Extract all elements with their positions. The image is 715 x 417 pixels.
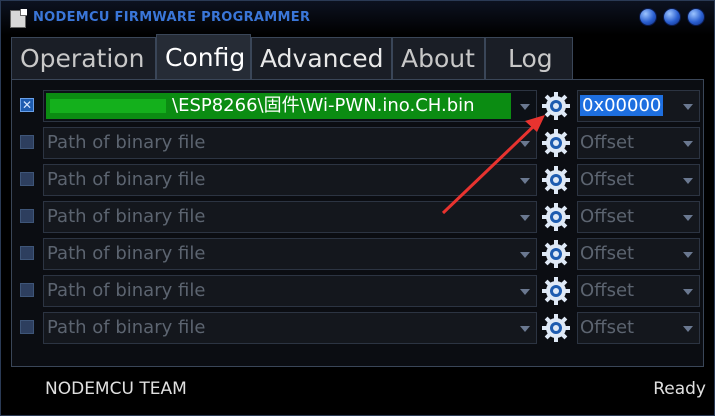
chevron-down-icon[interactable] xyxy=(520,104,530,110)
tab-about[interactable]: About xyxy=(392,37,485,79)
tab-log[interactable]: Log xyxy=(485,37,573,79)
offset-select[interactable]: 0x00000 xyxy=(577,90,700,122)
close-button[interactable] xyxy=(687,8,705,26)
status-bar: NODEMCU TEAM Ready xyxy=(1,375,714,405)
app-icon xyxy=(10,9,27,28)
chevron-down-icon[interactable] xyxy=(683,215,693,221)
offset-select[interactable]: Offset xyxy=(577,201,700,233)
offset-select[interactable]: Offset xyxy=(577,312,700,344)
offset-placeholder: Offset xyxy=(580,317,635,338)
gear-icon[interactable] xyxy=(541,313,571,343)
chevron-down-icon[interactable] xyxy=(520,141,530,147)
selected-path-text: \ESP8266\固件\Wi-PWN.ino.CH.bin xyxy=(46,93,511,119)
chevron-down-icon[interactable] xyxy=(520,289,530,295)
binary-path-select[interactable]: \ESP8266\固件\Wi-PWN.ino.CH.bin xyxy=(43,90,537,122)
path-placeholder: Path of binary file xyxy=(47,317,206,338)
chevron-down-icon[interactable] xyxy=(520,215,530,221)
offset-placeholder: Offset xyxy=(580,206,635,227)
status-team: NODEMCU TEAM xyxy=(45,379,187,399)
tab-operation[interactable]: Operation xyxy=(11,37,156,79)
offset-select[interactable]: Offset xyxy=(577,238,700,270)
binary-path-select[interactable]: Path of binary file xyxy=(43,164,537,196)
path-placeholder: Path of binary file xyxy=(47,280,206,301)
offset-select[interactable]: Offset xyxy=(577,127,700,159)
path-placeholder: Path of binary file xyxy=(47,132,206,153)
offset-placeholder: Offset xyxy=(580,132,635,153)
config-panel: ✕ \ESP8266\固件\Wi-PWN.ino.CH.bin 0x00000 … xyxy=(11,79,704,367)
tab-advanced[interactable]: Advanced xyxy=(251,37,392,79)
binary-path-select[interactable]: Path of binary file xyxy=(43,127,537,159)
file-checkbox[interactable] xyxy=(20,320,34,334)
offset-value: 0x00000 xyxy=(580,95,664,116)
gear-icon[interactable] xyxy=(541,202,571,232)
gear-icon[interactable] xyxy=(541,128,571,158)
title-bar: NODEMCU FIRMWARE PROGRAMMER xyxy=(1,1,714,35)
status-ready: Ready xyxy=(653,379,706,399)
binary-path-select[interactable]: Path of binary file xyxy=(43,275,537,307)
file-checkbox[interactable]: ✕ xyxy=(20,98,34,112)
file-row: Path of binary file Offset xyxy=(12,311,705,345)
file-checkbox[interactable] xyxy=(20,283,34,297)
window-title: NODEMCU FIRMWARE PROGRAMMER xyxy=(33,10,311,25)
binary-path-select[interactable]: Path of binary file xyxy=(43,312,537,344)
app-window: NODEMCU FIRMWARE PROGRAMMER Operation Co… xyxy=(0,0,715,416)
chevron-down-icon[interactable] xyxy=(683,141,693,147)
offset-placeholder: Offset xyxy=(580,243,635,264)
file-checkbox[interactable] xyxy=(20,135,34,149)
file-checkbox[interactable] xyxy=(20,246,34,260)
file-row: Path of binary file Offset xyxy=(12,163,705,197)
offset-placeholder: Offset xyxy=(580,169,635,190)
redacted-path-segment xyxy=(50,99,166,113)
chevron-down-icon[interactable] xyxy=(683,104,693,110)
minimize-button[interactable] xyxy=(639,8,657,26)
binary-path-select[interactable]: Path of binary file xyxy=(43,201,537,233)
chevron-down-icon[interactable] xyxy=(683,289,693,295)
path-value: \ESP8266\固件\Wi-PWN.ino.CH.bin xyxy=(172,95,475,116)
chevron-down-icon[interactable] xyxy=(520,252,530,258)
path-placeholder: Path of binary file xyxy=(47,206,206,227)
chevron-down-icon[interactable] xyxy=(683,252,693,258)
maximize-button[interactable] xyxy=(663,8,681,26)
file-checkbox[interactable] xyxy=(20,209,34,223)
file-row: ✕ \ESP8266\固件\Wi-PWN.ino.CH.bin 0x00000 xyxy=(12,89,705,123)
tab-config[interactable]: Config xyxy=(156,34,251,79)
gear-icon[interactable] xyxy=(541,276,571,306)
offset-select[interactable]: Offset xyxy=(577,164,700,196)
offset-select[interactable]: Offset xyxy=(577,275,700,307)
binary-path-select[interactable]: Path of binary file xyxy=(43,238,537,270)
gear-icon[interactable] xyxy=(541,165,571,195)
chevron-down-icon[interactable] xyxy=(683,326,693,332)
offset-placeholder: Offset xyxy=(580,280,635,301)
chevron-down-icon[interactable] xyxy=(520,326,530,332)
file-row: Path of binary file Offset xyxy=(12,126,705,160)
path-placeholder: Path of binary file xyxy=(47,169,206,190)
gear-icon[interactable] xyxy=(541,239,571,269)
gear-icon[interactable] xyxy=(541,91,571,121)
file-row: Path of binary file Offset xyxy=(12,274,705,308)
chevron-down-icon[interactable] xyxy=(520,178,530,184)
file-row: Path of binary file Offset xyxy=(12,237,705,271)
chevron-down-icon[interactable] xyxy=(683,178,693,184)
path-placeholder: Path of binary file xyxy=(47,243,206,264)
file-checkbox[interactable] xyxy=(20,172,34,186)
file-row: Path of binary file Offset xyxy=(12,200,705,234)
